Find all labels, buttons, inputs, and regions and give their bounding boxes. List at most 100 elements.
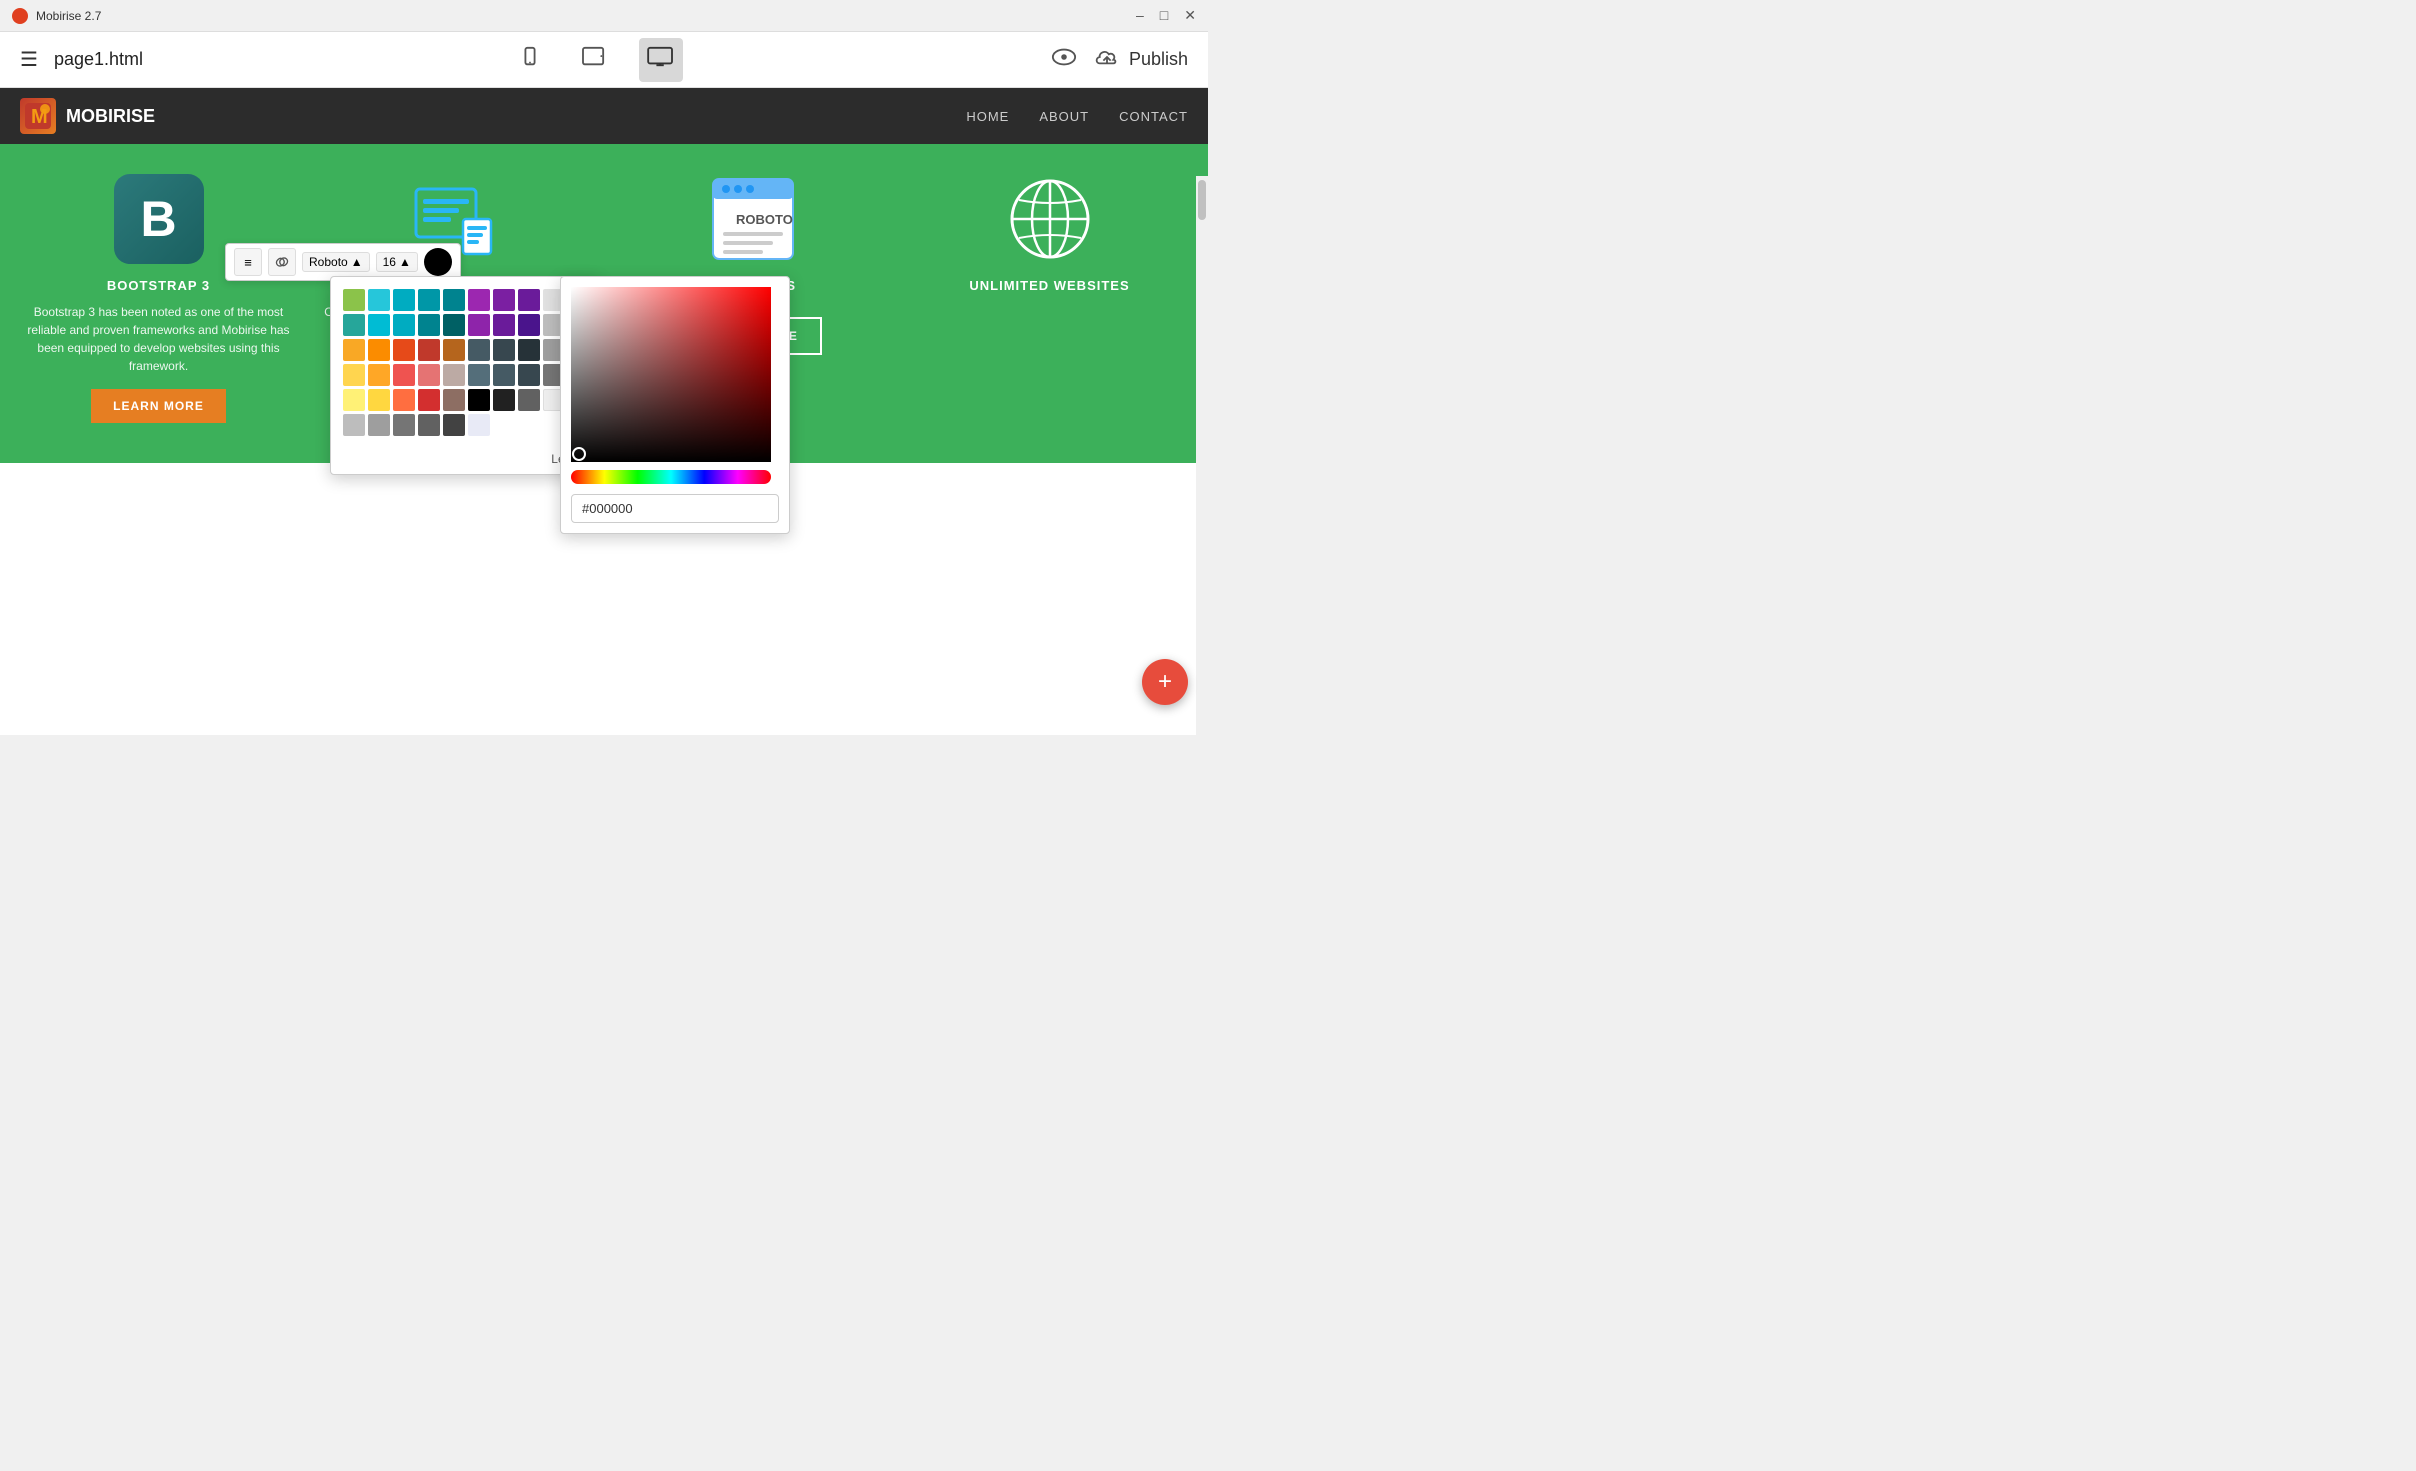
swatch[interactable] — [468, 414, 490, 436]
font-selector[interactable]: Roboto ▲ — [302, 252, 370, 272]
page-title: page1.html — [54, 49, 143, 70]
swatch[interactable] — [443, 364, 465, 386]
title-bar: Mobirise 2.7 – □ ✕ — [0, 0, 1208, 32]
preview-button[interactable] — [1051, 46, 1077, 74]
add-block-button[interactable]: + — [1142, 659, 1188, 705]
swatch[interactable] — [518, 289, 540, 311]
swatch[interactable] — [343, 314, 365, 336]
swatch[interactable] — [518, 339, 540, 361]
size-up-icon: ▲ — [399, 255, 411, 269]
swatch[interactable] — [418, 314, 440, 336]
site-navigation: M MOBIRISE HOME ABOUT CONTACT — [0, 88, 1208, 144]
color-swatches — [331, 277, 599, 448]
swatch[interactable] — [418, 389, 440, 411]
swatch-row-3 — [343, 339, 587, 361]
bootstrap-title: BOOTSTRAP 3 — [107, 278, 210, 293]
swatch[interactable] — [368, 414, 390, 436]
hue-slider[interactable] — [571, 470, 771, 484]
minimize-button[interactable]: – — [1136, 7, 1144, 24]
swatch[interactable] — [343, 289, 365, 311]
swatch[interactable] — [518, 389, 540, 411]
toolbar-right: Publish — [1051, 46, 1188, 74]
tablet-view-button[interactable] — [573, 38, 615, 82]
swatch[interactable] — [368, 339, 390, 361]
swatch[interactable] — [443, 314, 465, 336]
nav-home[interactable]: HOME — [966, 109, 1009, 124]
swatch[interactable] — [418, 364, 440, 386]
swatch-row-4 — [343, 364, 587, 386]
nav-about[interactable]: ABOUT — [1039, 109, 1089, 124]
swatch[interactable] — [368, 364, 390, 386]
swatch[interactable] — [443, 289, 465, 311]
feature-bootstrap: B BOOTSTRAP 3 Bootstrap 3 has been noted… — [20, 174, 297, 423]
gradient-canvas[interactable] — [571, 287, 771, 462]
desktop-view-button[interactable] — [639, 38, 683, 82]
logo-icon: M — [20, 98, 56, 134]
title-bar-left: Mobirise 2.7 — [12, 8, 101, 24]
font-up-icon: ▲ — [351, 255, 363, 269]
swatch[interactable] — [343, 389, 365, 411]
font-size-selector[interactable]: 16 ▲ — [376, 252, 418, 272]
scrollbar-track[interactable] — [1196, 176, 1208, 735]
menu-button[interactable]: ☰ — [20, 47, 38, 72]
scrollbar-thumb[interactable] — [1198, 180, 1206, 220]
swatch[interactable] — [343, 364, 365, 386]
swatch[interactable] — [368, 314, 390, 336]
plus-icon: + — [1158, 668, 1172, 696]
bootstrap-icon: B — [114, 174, 204, 264]
swatch[interactable] — [393, 339, 415, 361]
swatch[interactable] — [418, 339, 440, 361]
color-picker-button[interactable] — [424, 248, 452, 276]
webfonts-icon: ROBOTO — [708, 174, 798, 264]
swatch[interactable] — [393, 364, 415, 386]
swatch[interactable] — [493, 364, 515, 386]
swatch[interactable] — [468, 289, 490, 311]
site-logo: M MOBIRISE — [20, 98, 155, 134]
swatch[interactable] — [468, 364, 490, 386]
swatch[interactable] — [493, 314, 515, 336]
swatch-row-2 — [343, 314, 587, 336]
less-button[interactable]: Less < — [331, 448, 599, 474]
swatch[interactable] — [418, 414, 440, 436]
swatch[interactable] — [493, 339, 515, 361]
swatch[interactable] — [443, 339, 465, 361]
mobile-view-button[interactable] — [511, 38, 549, 82]
gradient-color-picker: #000000 — [560, 276, 790, 534]
bootstrap-desc: Bootstrap 3 has been noted as one of the… — [20, 303, 297, 375]
swatch[interactable] — [518, 364, 540, 386]
swatch[interactable] — [343, 339, 365, 361]
align-button[interactable]: ≡ — [234, 248, 262, 276]
swatch[interactable] — [443, 414, 465, 436]
gradient-svg — [571, 287, 771, 462]
website-canvas: M MOBIRISE HOME ABOUT CONTACT ⇅ ⚙ 🗑 B BO… — [0, 88, 1208, 735]
swatch[interactable] — [468, 339, 490, 361]
swatch[interactable] — [443, 389, 465, 411]
window-controls[interactable]: – □ ✕ — [1136, 7, 1196, 24]
maximize-button[interactable]: □ — [1160, 7, 1168, 24]
swatch[interactable] — [393, 289, 415, 311]
swatch[interactable] — [468, 389, 490, 411]
swatch[interactable] — [418, 289, 440, 311]
hex-input[interactable]: #000000 — [571, 494, 779, 523]
swatch[interactable] — [393, 314, 415, 336]
cloud-icon — [1093, 47, 1121, 73]
nav-contact[interactable]: CONTACT — [1119, 109, 1188, 124]
publish-button[interactable]: Publish — [1093, 47, 1188, 73]
swatch[interactable] — [468, 314, 490, 336]
globe-icon-container — [1005, 174, 1095, 264]
webfonts-icon-container: ROBOTO — [708, 174, 798, 264]
swatch[interactable] — [368, 289, 390, 311]
font-size-value: 16 — [383, 255, 396, 269]
app-title: Mobirise 2.7 — [36, 9, 101, 23]
close-button[interactable]: ✕ — [1184, 7, 1196, 24]
swatch[interactable] — [493, 289, 515, 311]
swatch[interactable] — [368, 389, 390, 411]
swatch[interactable] — [493, 389, 515, 411]
swatch[interactable] — [518, 314, 540, 336]
swatch[interactable] — [393, 389, 415, 411]
link-button[interactable] — [268, 248, 296, 276]
bootstrap-learn-more[interactable]: LEARN MORE — [91, 389, 226, 423]
swatch[interactable] — [343, 414, 365, 436]
swatch[interactable] — [393, 414, 415, 436]
font-name: Roboto — [309, 255, 348, 269]
